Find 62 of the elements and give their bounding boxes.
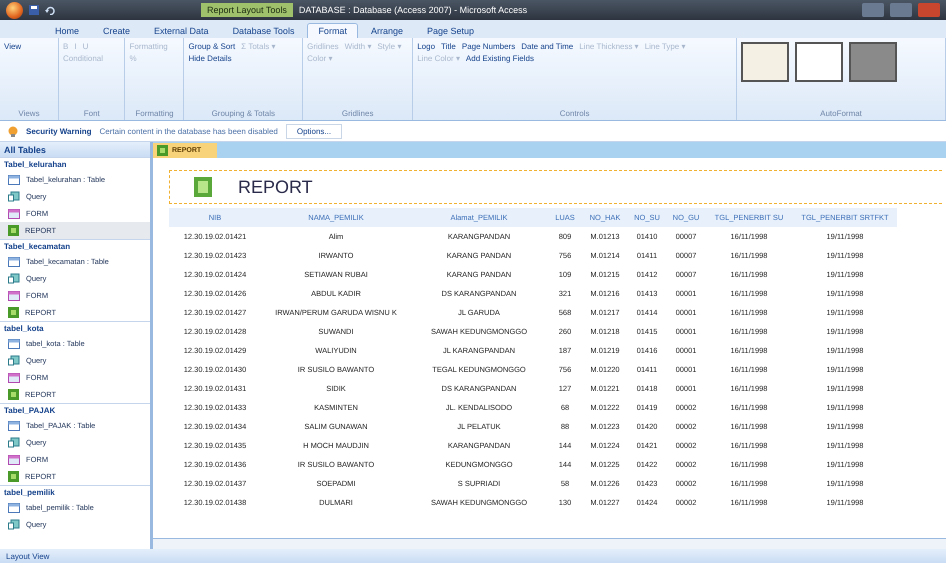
warning-title: Security Warning — [26, 126, 92, 136]
nav-group-header[interactable]: Tabel_PAJAK — [0, 403, 150, 417]
query-icon — [8, 437, 20, 448]
report-title: REPORT — [238, 176, 313, 198]
nav-group-header[interactable]: Tabel_kelurahan — [0, 157, 150, 171]
horizontal-scrollbar[interactable] — [153, 538, 946, 549]
autoformat-style[interactable] — [741, 42, 790, 82]
ribbon-tab[interactable]: Database Tools — [222, 23, 306, 38]
ribbon-tab[interactable]: Arrange — [360, 23, 414, 38]
ribbon-button[interactable]: Add Existing Fields — [466, 54, 534, 63]
ribbon-tab[interactable]: Format — [307, 23, 358, 38]
group-label: Controls — [558, 109, 591, 118]
query-icon — [8, 519, 20, 530]
form-icon — [8, 208, 20, 218]
nav-group-header[interactable]: tabel_pemilik — [0, 485, 150, 499]
warning-icon — [8, 126, 18, 136]
group-label: AutoFormat — [819, 109, 863, 118]
status-text: Layout View — [0, 549, 946, 563]
options-button[interactable]: Options... — [286, 124, 342, 138]
form-icon — [8, 454, 20, 464]
query-icon — [8, 191, 20, 202]
office-button[interactable] — [6, 2, 23, 18]
ribbon-button[interactable]: Title — [441, 42, 456, 51]
save-icon[interactable] — [29, 5, 39, 15]
window-title: DATABASE : Database (Access 2007) - Microsoft Access — [298, 5, 528, 15]
report-icon — [194, 177, 212, 197]
report-icon — [157, 145, 168, 156]
table-icon — [8, 502, 20, 512]
ribbon-tab[interactable]: External Data — [143, 23, 220, 38]
report-icon — [8, 225, 19, 236]
form-icon — [8, 290, 20, 300]
table-icon — [8, 420, 20, 430]
form-icon — [8, 372, 20, 382]
ribbon-tab[interactable]: Create — [92, 23, 142, 38]
ribbon-button[interactable]: Logo — [417, 42, 436, 51]
ribbon-button[interactable]: Group & Sort — [188, 42, 236, 51]
report-icon — [8, 389, 19, 400]
ribbon-button[interactable]: View — [4, 42, 22, 51]
group-label: Formatting — [134, 109, 175, 118]
group-label: Views — [17, 109, 41, 118]
group-label: Font — [82, 109, 101, 118]
ribbon-button[interactable]: Page Numbers — [462, 42, 516, 51]
query-icon — [8, 273, 20, 284]
group-label: Grouping & Totals — [210, 109, 276, 118]
undo-icon[interactable] — [45, 6, 55, 14]
group-label: Gridlines — [340, 109, 374, 118]
nav-pane-header[interactable]: All Tables — [0, 142, 150, 157]
ribbon-tab[interactable]: Page Setup — [416, 23, 486, 38]
query-icon — [8, 355, 20, 366]
context-tab-title: Report Layout Tools — [201, 3, 293, 17]
table-icon — [8, 338, 20, 348]
nav-group-header[interactable]: Tabel_kecamatan — [0, 239, 150, 253]
report-icon — [8, 471, 19, 482]
nav-group-header[interactable]: tabel_kota — [0, 321, 150, 335]
ribbon-button[interactable]: Date and Time — [521, 42, 574, 51]
ribbon-tab[interactable]: Home — [44, 23, 90, 38]
table-icon — [8, 174, 20, 184]
table-icon — [8, 256, 20, 266]
ribbon-button[interactable]: Hide Details — [188, 54, 232, 63]
report-icon — [8, 307, 19, 318]
warning-message: Certain content in the database has been disabled — [100, 126, 278, 136]
autoformat-style[interactable] — [795, 42, 844, 82]
